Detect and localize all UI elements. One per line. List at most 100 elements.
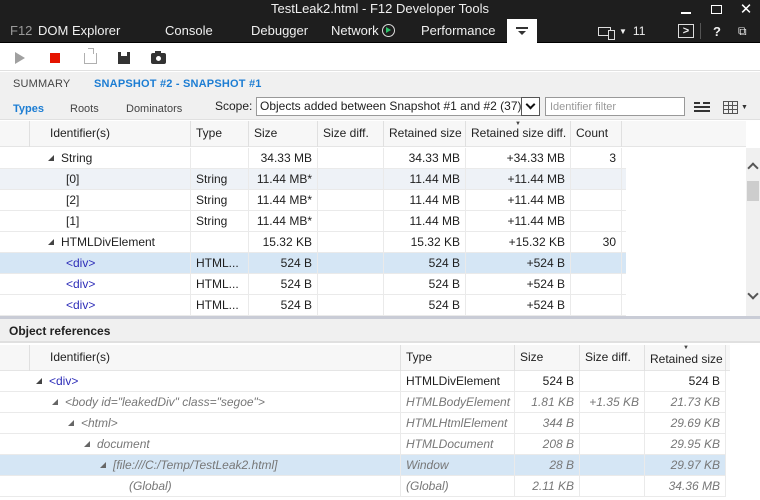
column-header-type[interactable]: Type	[401, 345, 515, 371]
breadcrumb-snapshot[interactable]: SNAPSHOT #2 - SNAPSHOT #1	[94, 78, 262, 90]
undock-button[interactable]: ⧉	[738, 19, 747, 43]
close-button[interactable]: ✕	[732, 0, 760, 19]
table-row[interactable]: String 34.33 MB 34.33 MB +34.33 MB 3	[0, 148, 626, 169]
cell-size: 524 B	[249, 274, 318, 295]
cell-size: 34.33 MB	[249, 148, 318, 169]
console-toggle-button[interactable]: >	[678, 24, 694, 38]
minimize-button[interactable]	[672, 0, 700, 19]
tab-debugger[interactable]: Debugger	[251, 23, 308, 38]
cell-identifier: <html>	[30, 413, 401, 434]
expand-triangle-icon[interactable]	[84, 441, 90, 447]
column-header-identifier[interactable]: Identifier(s)	[30, 121, 191, 147]
table-row[interactable]: HTMLDivElement 15.32 KB 15.32 KB +15.32 KB 3…	[0, 232, 626, 253]
scroll-up-icon[interactable]	[747, 162, 759, 174]
column-header-size-diff[interactable]: Size diff.	[580, 345, 645, 371]
object-references-table-header: Identifier(s) Type Size Size diff. Retai…	[0, 345, 730, 371]
expand-triangle-icon[interactable]	[52, 399, 58, 405]
cell-size: 1.81 KB	[515, 392, 580, 413]
cell-size-diff	[318, 169, 384, 190]
expand-triangle-icon[interactable]	[48, 239, 54, 245]
table-row[interactable]: <html> HTMLHtmlElement 344 B 29.69 KB	[0, 413, 726, 434]
column-header-type[interactable]: Type	[191, 121, 249, 147]
column-header-size[interactable]: Size	[249, 121, 318, 147]
cell-retained-size: 15.32 KB	[384, 232, 466, 253]
table-row[interactable]: [file:///C:/Temp/TestLeak2.html] Window 28…	[0, 455, 726, 476]
identifier-text: <html>	[81, 416, 118, 430]
cell-count	[571, 190, 622, 211]
types-table-scrollbar[interactable]	[746, 148, 760, 316]
column-header-identifier[interactable]: Identifier(s)	[30, 345, 401, 371]
cell-identifier: [0]	[30, 169, 191, 190]
table-row[interactable]: [1] String 11.44 MB* 11.44 MB +11.44 MB	[0, 211, 626, 232]
identifier-text: <div>	[66, 298, 96, 312]
columns-menu-button[interactable]: ▼	[723, 99, 751, 115]
identifier-text: <div>	[66, 277, 96, 291]
table-row[interactable]: <div> HTML... 524 B 524 B +524 B	[0, 274, 626, 295]
cell-type: Window	[401, 455, 515, 476]
table-row[interactable]: [0] String 11.44 MB* 11.44 MB +11.44 MB	[0, 169, 626, 190]
emulation-dropdown[interactable]: ▼ 11	[598, 19, 645, 43]
expand-triangle-icon[interactable]	[48, 155, 54, 161]
identifier-text: <div>	[66, 256, 96, 270]
take-snapshot-button[interactable]	[150, 50, 166, 66]
breadcrumb-summary[interactable]: SUMMARY	[13, 78, 70, 90]
scope-select[interactable]: Objects added between Snapshot #1 and #2…	[256, 97, 540, 116]
tab-console[interactable]: Console	[165, 23, 213, 38]
cell-count	[571, 253, 622, 274]
play-icon	[15, 52, 25, 64]
expand-triangle-icon[interactable]	[68, 420, 74, 426]
table-row[interactable]: document HTMLDocument 208 B 29.95 KB	[0, 434, 726, 455]
column-header-retained-size[interactable]: Retained size	[384, 121, 466, 147]
view-tab-dominators[interactable]: Dominators	[126, 103, 182, 115]
expand-triangle-icon[interactable]	[36, 378, 42, 384]
expand-triangle-icon[interactable]	[100, 462, 106, 468]
view-tab-roots[interactable]: Roots	[70, 103, 99, 115]
tab-network-label: Network	[331, 23, 379, 38]
types-table-header: Identifier(s) Type Size Size diff. Retai…	[0, 121, 746, 147]
column-header-count[interactable]: Count	[571, 121, 622, 147]
scroll-thumb[interactable]	[747, 181, 759, 201]
table-row[interactable]: [2] String 11.44 MB* 11.44 MB +11.44 MB	[0, 190, 626, 211]
f12-label: F12	[10, 23, 33, 38]
start-profiling-button[interactable]	[12, 50, 28, 66]
scroll-down-icon[interactable]	[747, 288, 759, 300]
maximize-button[interactable]	[702, 0, 730, 19]
cell-type: String	[191, 211, 249, 232]
export-button[interactable]	[116, 50, 132, 66]
tab-performance[interactable]: Performance	[421, 23, 495, 38]
table-row[interactable]: <div> HTML... 524 B 524 B +524 B	[0, 295, 626, 316]
import-button[interactable]	[82, 47, 98, 66]
help-button[interactable]: ?	[713, 19, 721, 43]
cell-count	[571, 274, 622, 295]
table-row[interactable]: <body id="leakedDiv" class="segoe"> HTMLB…	[0, 392, 726, 413]
column-header-size-diff[interactable]: Size diff.	[318, 121, 384, 147]
identifier-text: [file:///C:/Temp/TestLeak2.html]	[113, 458, 278, 472]
memory-icon	[516, 26, 528, 36]
save-icon	[118, 52, 130, 64]
column-header-size[interactable]: Size	[515, 345, 580, 371]
sort-descending-icon: ▼	[683, 345, 689, 351]
scope-dropdown-button[interactable]	[521, 97, 540, 116]
object-references-title: Object references	[9, 324, 111, 338]
tab-memory[interactable]	[507, 19, 537, 43]
console-icon: >	[682, 25, 690, 37]
cell-type: String	[191, 169, 249, 190]
fold-objects-button[interactable]	[694, 100, 710, 114]
cell-count	[571, 295, 622, 316]
snapshot-header: SUMMARY SNAPSHOT #2 - SNAPSHOT #1 Types …	[0, 72, 760, 120]
cell-size-diff	[318, 211, 384, 232]
sort-descending-icon: ▼	[515, 121, 521, 127]
cell-retained-size: 524 B	[384, 274, 466, 295]
table-row[interactable]: <div> HTML... 524 B 524 B +524 B	[0, 253, 626, 274]
stop-profiling-button[interactable]	[47, 50, 63, 66]
table-row[interactable]: <div> HTMLDivElement 524 B 524 B	[0, 371, 726, 392]
tab-dom-explorer[interactable]: DOM Explorer	[38, 23, 120, 38]
cell-retained-size: 34.36 MB	[645, 476, 726, 497]
cell-size: 524 B	[515, 371, 580, 392]
cell-size: 524 B	[249, 295, 318, 316]
tab-network[interactable]: Network	[331, 23, 395, 38]
table-row[interactable]: (Global) (Global) 2.11 KB 34.36 MB	[0, 476, 726, 497]
identifier-filter-input[interactable]	[545, 97, 685, 116]
view-tab-types[interactable]: Types	[13, 103, 44, 115]
cell-size-diff	[580, 476, 645, 497]
